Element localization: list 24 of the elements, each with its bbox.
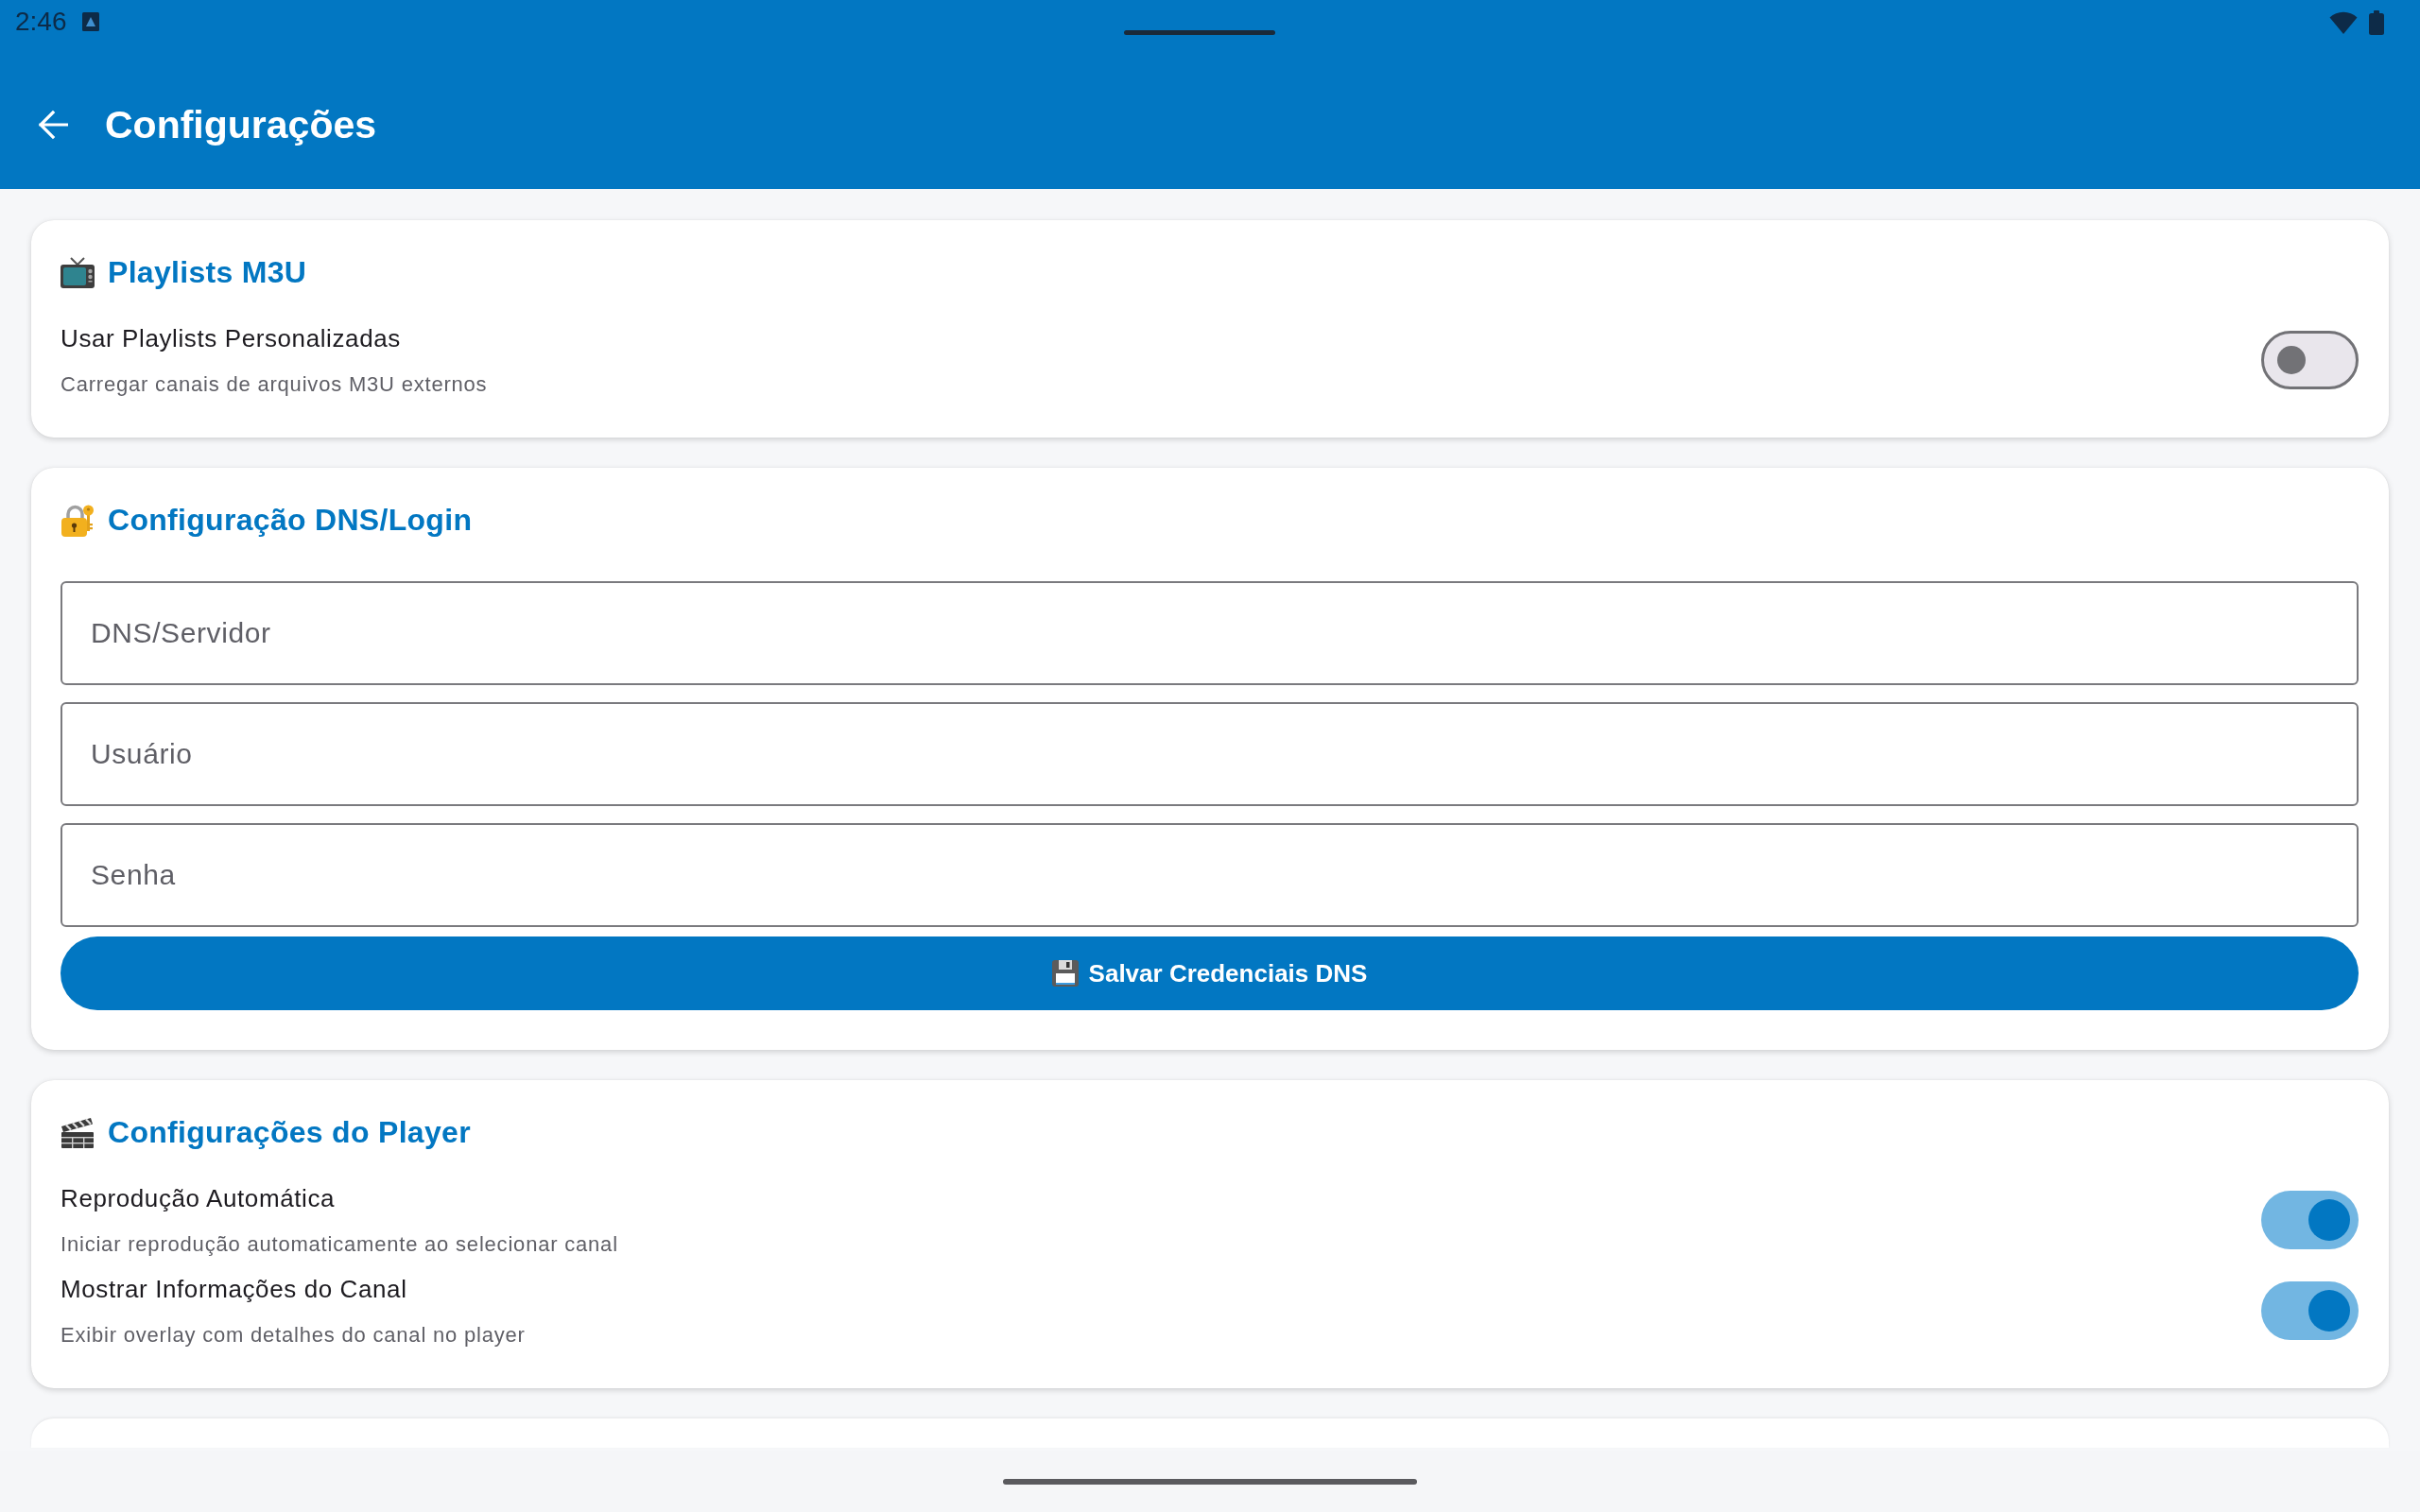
text-field[interactable]: Usuário: [60, 702, 2359, 806]
save-button[interactable]: Salvar Credenciais DNS: [60, 936, 2359, 1010]
setting-label: Reprodução Automática: [60, 1183, 336, 1214]
tv-icon: [60, 256, 95, 288]
lock-with-key-icon: [60, 503, 95, 537]
drag-handle[interactable]: [1124, 30, 1275, 35]
back-arrow-icon[interactable]: [38, 110, 68, 140]
setting-description: Carregar canais de arquivos M3U externos: [60, 371, 488, 398]
setting-label: Usar Playlists Personalizadas: [60, 323, 401, 354]
app-bar-title: Configurações: [105, 102, 377, 148]
section-title: Configurações do Player: [108, 1114, 471, 1151]
setting-description: Exibir overlay com detalhes do canal no player: [60, 1322, 526, 1349]
app-notification-icon: [81, 12, 99, 31]
gesture-bar[interactable]: [1003, 1478, 1417, 1485]
text-field[interactable]: Senha: [60, 823, 2359, 927]
setting-label: Mostrar Informações do Canal: [60, 1274, 407, 1305]
section-title: Playlists M3U: [108, 254, 307, 291]
setting-description: Iniciar reprodução automaticamente ao selecionar canal: [60, 1231, 618, 1258]
wifi-icon: [2329, 11, 2358, 34]
battery-icon: [2369, 10, 2384, 35]
text-field[interactable]: DNS/Servidor: [60, 581, 2359, 685]
section-title: Configuração DNS/Login: [108, 502, 473, 539]
status-time: 2:46: [15, 7, 67, 37]
clapperboard-icon: [60, 1116, 95, 1148]
